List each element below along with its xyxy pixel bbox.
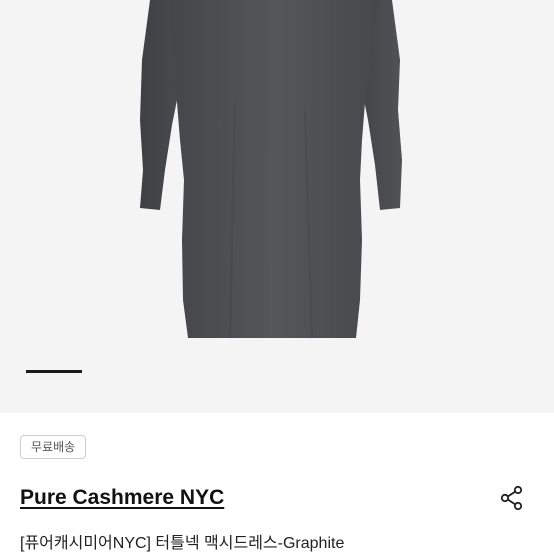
dress-illustration [140, 0, 402, 339]
share-button[interactable] [496, 482, 528, 514]
share-icon [500, 485, 523, 511]
product-title: [퓨어캐시미어NYC] 터틀넥 맥시드레스-Graphite [20, 535, 345, 552]
product-image[interactable] [0, 0, 554, 413]
gallery-indicator [0, 370, 554, 373]
gallery-indicator-active[interactable] [26, 370, 82, 373]
brand-link[interactable]: Pure Cashmere NYC [20, 486, 224, 510]
free-shipping-badge: 무료배송 [20, 435, 87, 459]
